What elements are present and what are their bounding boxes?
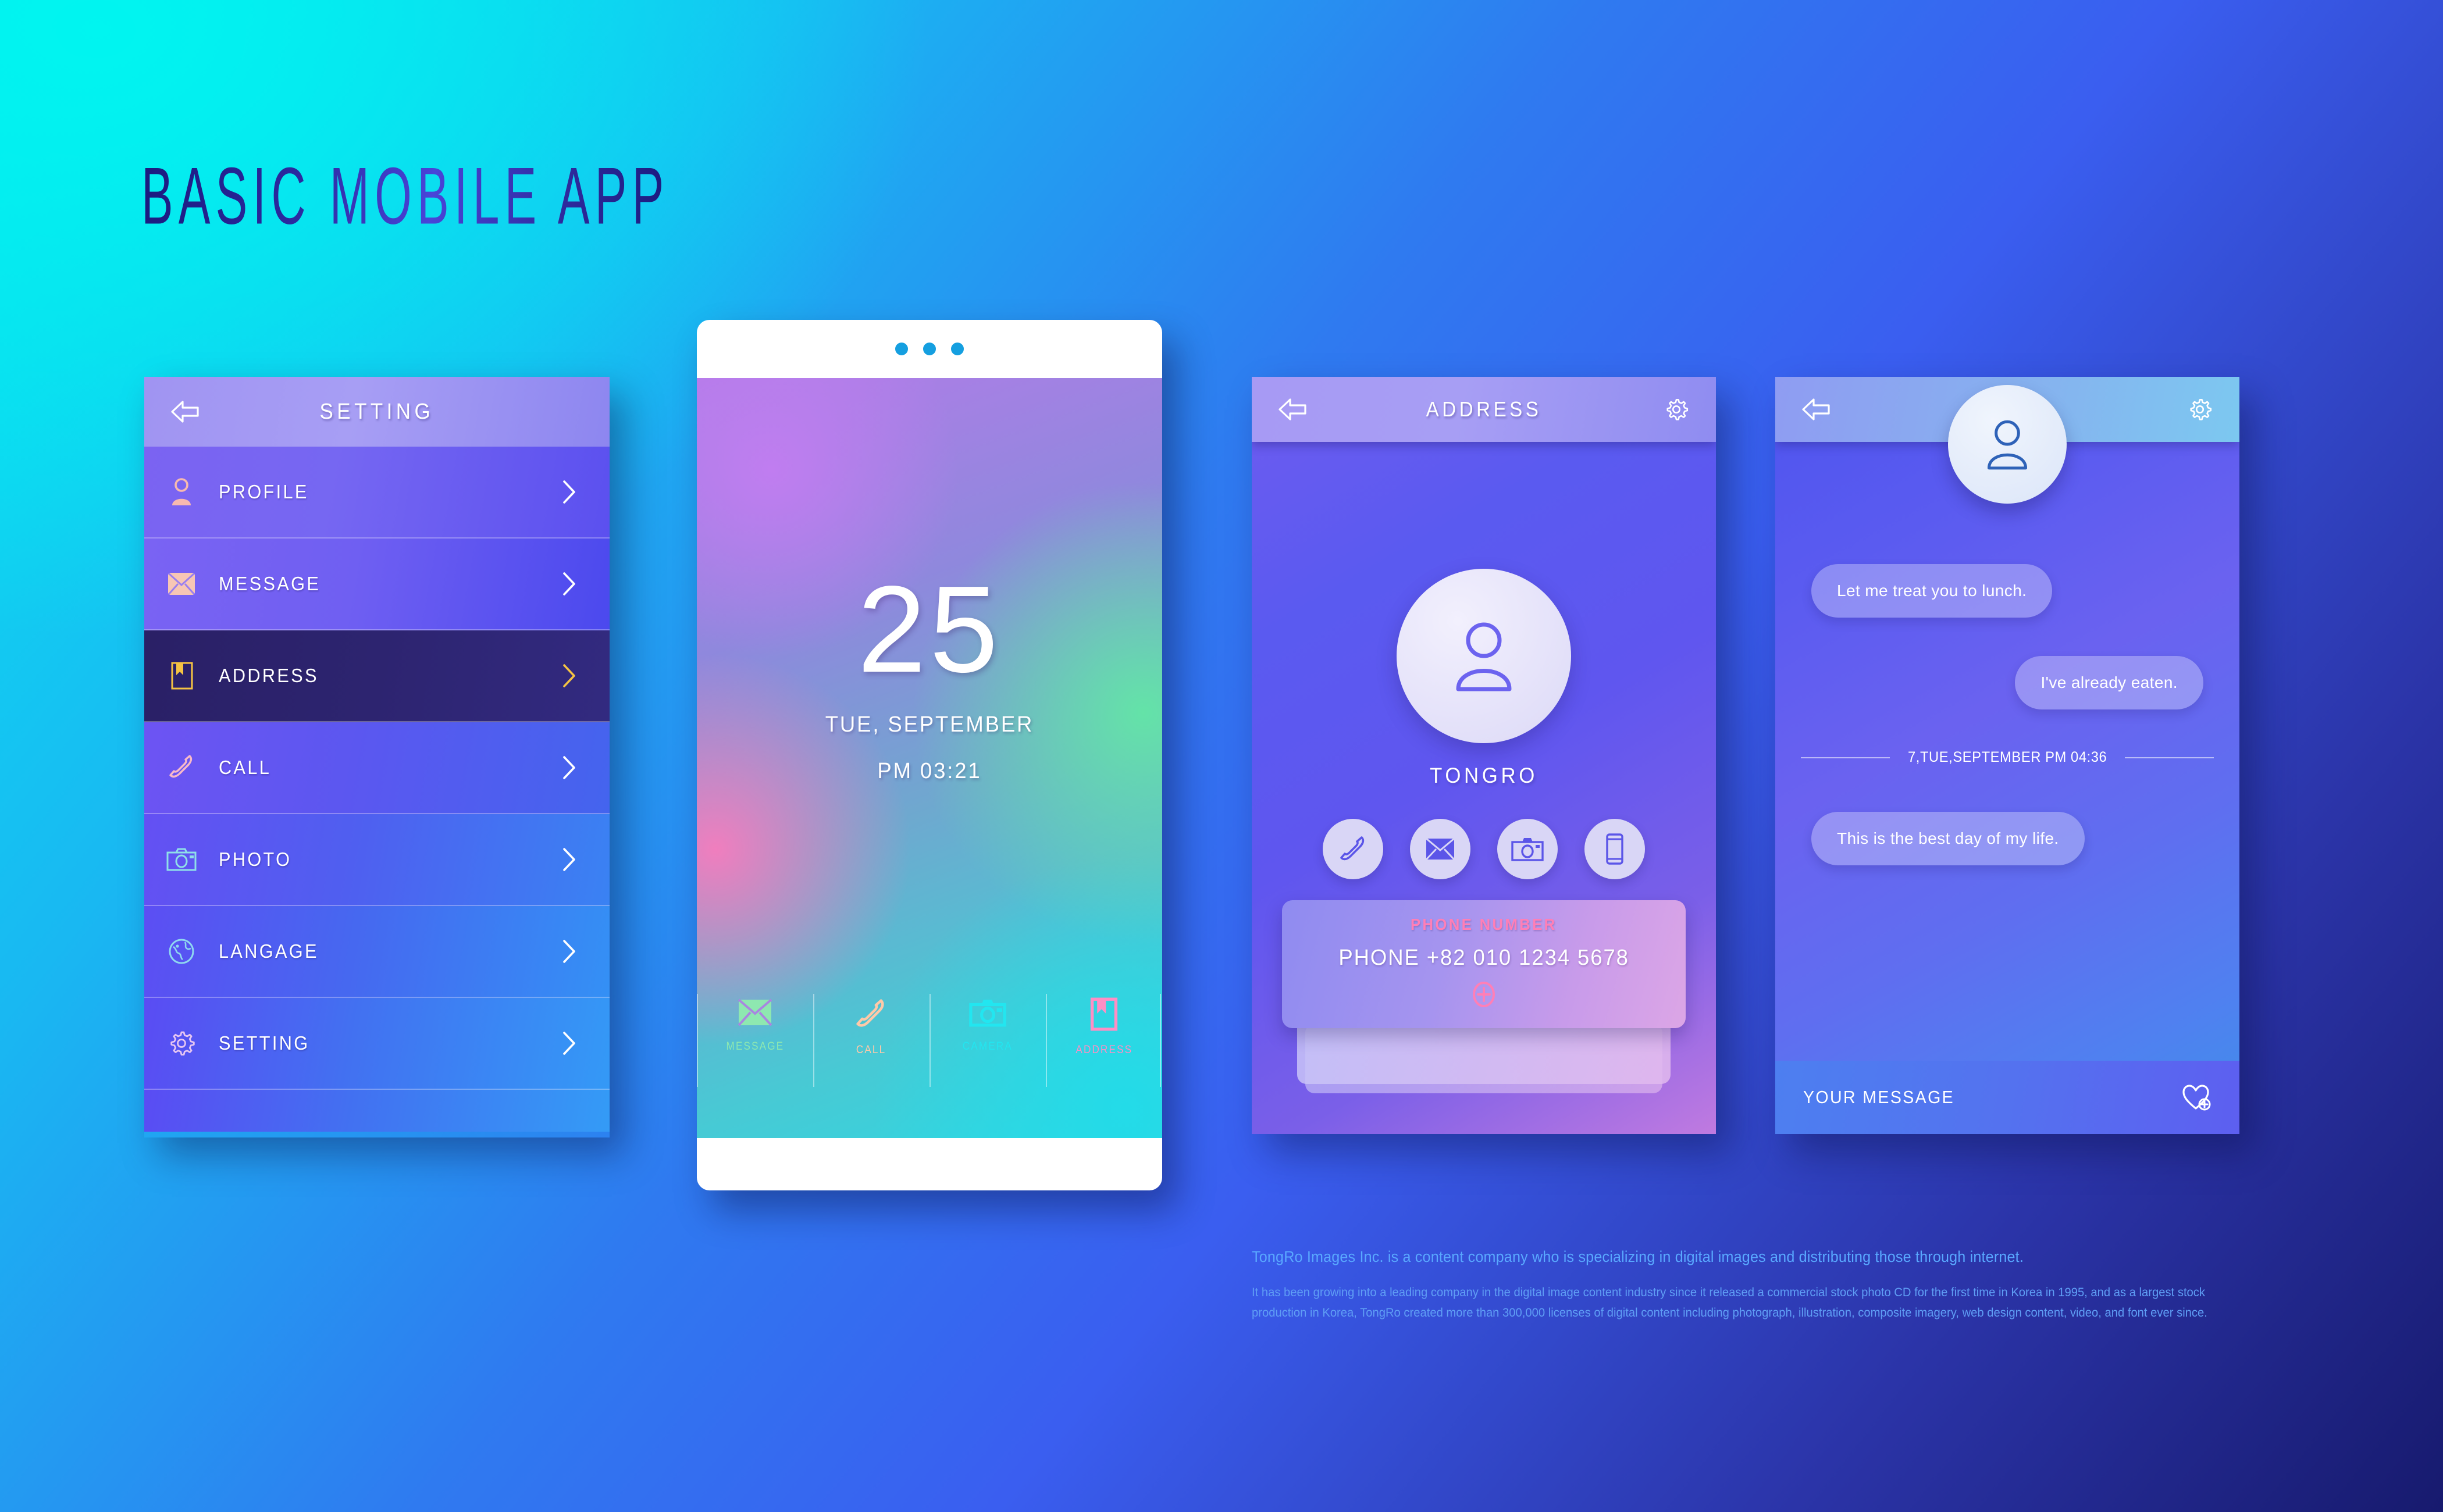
book-icon [1089,997,1119,1031]
dot-3 [951,343,964,355]
sidebar-item-label: PROFILE [219,481,309,502]
camera-icon [144,847,219,872]
lockscreen-date: TUE, SEPTEMBER [825,712,1034,737]
sidebar-item-label: LANGAGE [219,940,319,962]
setting-menu-list: PROFILE MESSAGE ADDRESS CALL PHOTO LANGA… [144,447,610,1132]
chevron-right-icon [562,479,577,505]
dot-2 [923,343,936,355]
chevron-right-icon [562,663,577,689]
footer-lead-text: TongRo Images Inc. is a content company … [1252,1248,2024,1265]
gear-icon[interactable] [1664,397,1689,422]
plus-circle-icon[interactable] [1471,980,1497,1009]
contact-actions [1252,819,1716,879]
back-arrow-icon[interactable] [1277,397,1309,422]
phone-number-card[interactable]: PHONE NUMBER PHONE +82 010 1234 5678 [1282,900,1686,1028]
contact-name: TONGRO [1430,764,1538,787]
dot-1 [895,343,908,355]
avatar [1397,569,1571,743]
mobile-icon [1606,833,1623,865]
back-arrow-icon[interactable] [1801,397,1832,422]
contact-action-mobile[interactable] [1584,819,1645,879]
phone-speaker-dots [697,320,1162,378]
phone-icon [144,753,219,782]
contact-action-call[interactable] [1323,819,1383,879]
lockscreen-day: 25 [857,560,1002,698]
dock-item-camera[interactable]: CAMERA [930,989,1046,1100]
page-title: BASIC MOBILE APP [141,150,669,243]
sidebar-item-setting[interactable]: SETTING [144,998,610,1090]
chat-bubble-incoming: This is the best day of my life. [1811,812,2085,865]
card-heading: PHONE NUMBER [1411,915,1557,933]
dock-item-message[interactable]: MESSAGE [697,989,813,1100]
person-icon [1987,420,2028,470]
chat-input-bar[interactable]: YOUR MESSAGE [1775,1061,2239,1134]
dock-item-address[interactable]: ADDRESS [1046,989,1162,1100]
sidebar-item-label: SETTING [219,1032,310,1054]
setting-header-title: SETTING [319,399,435,424]
sidebar-item-call[interactable]: CALL [144,722,610,814]
chat-panel: Let me treat you to lunch. I've already … [1775,377,2239,1134]
envelope-icon [144,571,219,597]
contact-action-message[interactable] [1410,819,1470,879]
dock-label: CAMERA [962,1040,1013,1053]
dock-item-call[interactable]: CALL [813,989,930,1100]
chat-bubble-outgoing: I've already eaten. [2015,656,2203,709]
card-phone-number: PHONE +82 010 1234 5678 [1338,946,1629,970]
person-icon [1456,622,1512,691]
sidebar-item-profile[interactable]: PROFILE [144,447,610,539]
footer: TongRo Images Inc. is a content company … [1252,1247,2258,1322]
sidebar-item-label: PHOTO [219,848,292,870]
avatar[interactable] [1948,385,2067,504]
sidebar-item-label: CALL [219,757,272,778]
sidebar-item-label: MESSAGE [219,573,321,594]
gear-icon[interactable] [2187,397,2213,422]
dock-label: MESSAGE [726,1040,784,1053]
chevron-right-icon [562,755,577,780]
lockscreen-time: PM 03:21 [877,759,982,783]
address-panel: ADDRESS TONGRO PHONE NUMBER PHONE +82 01… [1252,377,1716,1134]
phone-lockscreen: 25 TUE, SEPTEMBER PM 03:21 MESSAGE CALL … [697,378,1162,1138]
dock-label: ADDRESS [1076,1044,1133,1056]
phone-icon [854,997,888,1031]
dock-label: CALL [856,1044,886,1056]
sidebar-item-photo[interactable]: PHOTO [144,814,610,906]
camera-icon [1511,838,1544,861]
envelope-icon [1425,837,1455,861]
gear-icon [144,1029,219,1058]
sidebar-item-label: ADDRESS [219,665,319,686]
chevron-right-icon [562,1030,577,1056]
menu-list-tail [144,1090,610,1132]
footer-body-text: It has been growing into a leading compa… [1252,1285,2207,1320]
phone-device: 25 TUE, SEPTEMBER PM 03:21 MESSAGE CALL … [697,320,1162,1190]
chevron-right-icon [562,939,577,964]
chevron-right-icon [562,847,577,872]
address-header-title: ADDRESS [1426,397,1542,421]
chevron-right-icon [562,571,577,597]
heart-plus-icon[interactable] [2181,1083,2211,1112]
address-header: ADDRESS [1252,377,1716,442]
setting-header: SETTING [144,377,610,447]
divider-line-right [2125,757,2214,758]
contact-action-camera[interactable] [1497,819,1558,879]
phone-number-card-stack: PHONE NUMBER PHONE +82 010 1234 5678 [1282,900,1686,1093]
camera-icon [968,997,1007,1028]
search-input[interactable]: YOUR MESSAGE [1803,1087,1954,1108]
sidebar-item-langage[interactable]: LANGAGE [144,906,610,998]
book-icon [144,661,219,690]
setting-panel: SETTING PROFILE MESSAGE ADDRESS CALL PHO… [144,377,610,1137]
phone-icon [1340,836,1365,861]
divider-line-left [1801,757,1890,758]
chat-date-divider: 7,TUE,SEPTEMBER PM 04:36 [1801,749,2214,766]
sidebar-item-message[interactable]: MESSAGE [144,539,610,630]
chat-bubble-incoming: Let me treat you to lunch. [1811,564,2053,618]
back-arrow-icon[interactable] [170,400,201,424]
envelope-icon [737,997,773,1028]
globe-icon [144,937,219,965]
sidebar-item-address[interactable]: ADDRESS [144,630,610,722]
phone-dock: MESSAGE CALL CAMERA ADDRESS [697,989,1162,1100]
divider-timestamp: 7,TUE,SEPTEMBER PM 04:36 [1907,749,2107,765]
person-icon [144,477,219,507]
